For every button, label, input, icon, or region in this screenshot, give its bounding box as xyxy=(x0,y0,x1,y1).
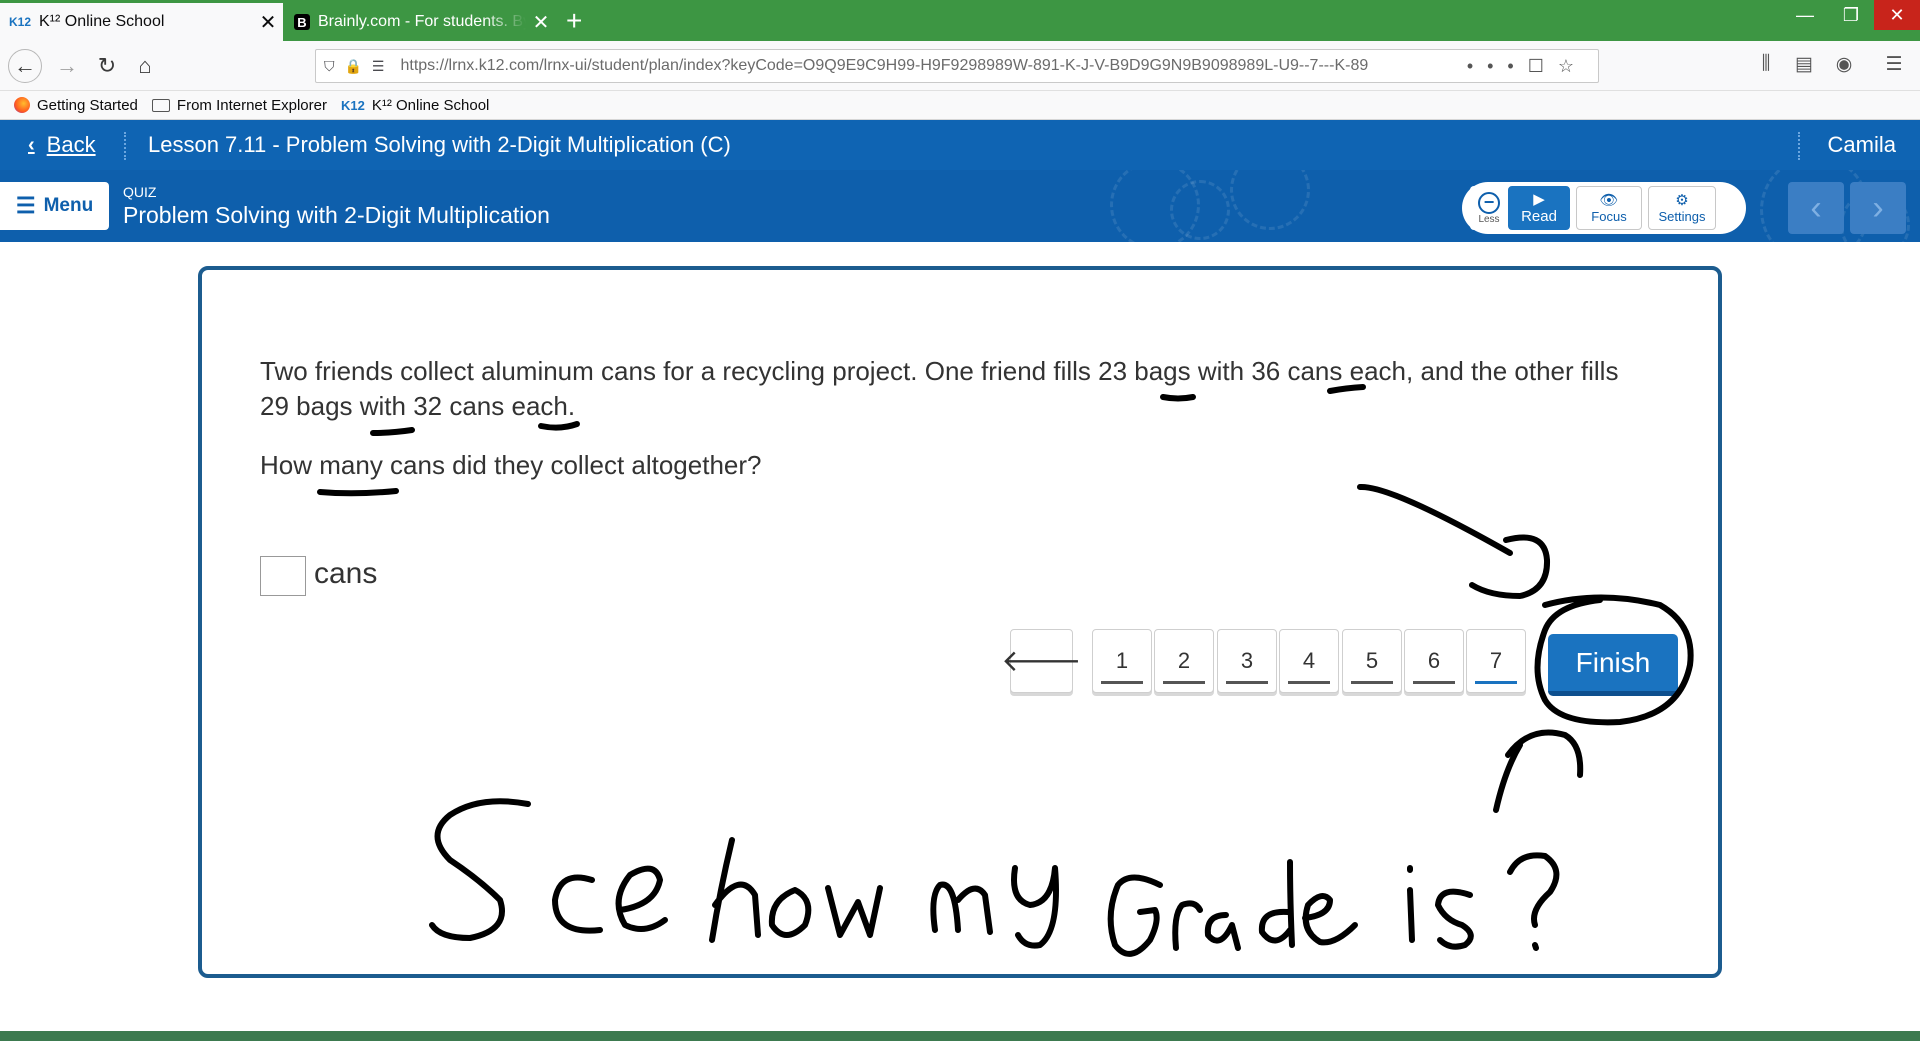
bookmark-getting-started[interactable]: Getting Started xyxy=(14,97,138,114)
arrow-left-icon: 🡐 xyxy=(1001,645,1082,678)
page-number: 1 xyxy=(1115,648,1129,673)
brainly-favicon-icon: B xyxy=(294,14,310,30)
bookmark-label: Getting Started xyxy=(37,96,138,114)
browser-nav-bar: ← → ↻ ⌂ ⛉🔒☰ https://lrnx.k12.com/lrnx-ui… xyxy=(0,41,1920,91)
browser-tab-bar: K12 K¹² Online School ✕ B Brainly.com - … xyxy=(0,0,1920,41)
forward-arrow-icon[interactable]: → xyxy=(50,49,84,83)
read-button[interactable]: ▶ Read xyxy=(1508,186,1570,230)
window-close-icon[interactable]: ✕ xyxy=(1874,0,1920,30)
bookmark-k12[interactable]: K12 K¹² Online School xyxy=(341,97,489,114)
page-number: 5 xyxy=(1365,648,1379,673)
page-button-1[interactable]: 1 xyxy=(1092,629,1152,693)
back-link[interactable]: ‹ Back xyxy=(28,132,96,158)
reload-icon[interactable]: ↻ xyxy=(90,49,124,83)
page-number: 4 xyxy=(1302,648,1316,673)
gear-decoration xyxy=(1230,170,1310,230)
gear-decoration xyxy=(1170,180,1230,240)
account-icon[interactable]: ◉ xyxy=(1830,53,1858,81)
new-tab-icon[interactable]: + xyxy=(566,6,582,36)
hamburger-menu-icon[interactable]: ☰ xyxy=(1880,53,1908,81)
page-actions-icons[interactable]: •••☐☆ xyxy=(1467,56,1588,77)
lesson-title: Lesson 7.11 - Problem Solving with 2-Dig… xyxy=(148,132,731,157)
menu-label: Menu xyxy=(43,195,94,216)
grid-icon[interactable]: ⠿ xyxy=(1722,192,1737,217)
bookmarks-bar: Getting Started From Internet Explorer K… xyxy=(0,91,1920,120)
close-tab-icon[interactable]: ✕ xyxy=(526,10,556,35)
minus-icon: − xyxy=(1478,191,1500,214)
tab-title: Brainly.com - For students. By students xyxy=(318,13,526,30)
page-button-4[interactable]: 4 xyxy=(1279,629,1339,693)
windows-taskbar xyxy=(0,1031,1920,1041)
page-button-6[interactable]: 6 xyxy=(1404,629,1464,693)
page-button-5[interactable]: 5 xyxy=(1342,629,1402,693)
finish-button[interactable]: Finish xyxy=(1548,634,1678,696)
tab-brainly[interactable]: B Brainly.com - For students. By student… xyxy=(286,3,556,41)
answer-input[interactable] xyxy=(260,556,306,596)
bookmark-label: From Internet Explorer xyxy=(176,96,327,114)
settings-label: Settings xyxy=(1658,208,1706,224)
k12-favicon-icon: K12 xyxy=(9,15,32,29)
library-icon[interactable]: ⫼ xyxy=(1752,53,1780,81)
back-label: Back xyxy=(46,132,96,157)
maximize-icon[interactable]: ❐ xyxy=(1828,0,1874,30)
security-icons: ⛉🔒☰ xyxy=(324,57,395,74)
eye-icon: 👁 xyxy=(1599,191,1619,209)
page-status-bar xyxy=(1413,681,1455,684)
url-bar[interactable]: ⛉🔒☰ https://lrnx.k12.com/lrnx-ui/student… xyxy=(315,49,1599,83)
hamburger-icon: ☰ xyxy=(15,193,36,218)
back-arrow-icon[interactable]: ← xyxy=(8,49,42,83)
url-text: https://lrnx.k12.com/lrnx-ui/student/pla… xyxy=(400,57,1369,74)
page-button-3[interactable]: 3 xyxy=(1217,629,1277,693)
page-status-bar xyxy=(1226,681,1268,684)
divider xyxy=(124,132,126,160)
less-label: Less xyxy=(1478,213,1500,225)
page-status-bar xyxy=(1475,681,1517,684)
page-button-2[interactable]: 2 xyxy=(1154,629,1214,693)
user-name[interactable]: Camila xyxy=(1828,132,1896,158)
answer-unit: cans xyxy=(314,557,378,590)
question-prompt: How many cans did they collect altogethe… xyxy=(260,450,762,480)
page-status-bar xyxy=(1288,681,1330,684)
tab-k12[interactable]: K12 K¹² Online School ✕ xyxy=(0,3,283,41)
page-number: 6 xyxy=(1427,648,1441,673)
page-status-bar xyxy=(1163,681,1205,684)
divider xyxy=(1798,132,1800,160)
bookmark-folder-ie[interactable]: From Internet Explorer xyxy=(151,96,327,114)
previous-page-button[interactable]: ‹ xyxy=(1788,182,1844,234)
page-number: 3 xyxy=(1240,648,1254,673)
folder-icon xyxy=(151,98,170,112)
page-status-bar xyxy=(1351,681,1393,684)
page-button-7[interactable]: 7 xyxy=(1466,629,1526,693)
read-label: Read xyxy=(1521,207,1557,225)
quiz-header: ☰ Menu QUIZ Problem Solving with 2-Digit… xyxy=(0,170,1920,242)
k12-favicon-icon: K12 xyxy=(340,97,365,113)
home-icon[interactable]: ⌂ xyxy=(128,49,162,83)
page-number: 2 xyxy=(1177,648,1191,673)
menu-button[interactable]: ☰ Menu xyxy=(0,182,109,230)
reading-tools: − Less ▶ Read 👁 Focus ⚙ Settings xyxy=(1462,182,1746,234)
focus-label: Focus xyxy=(1591,208,1627,224)
minimize-icon[interactable]: — xyxy=(1782,0,1828,30)
close-tab-icon[interactable]: ✕ xyxy=(253,10,283,35)
page-number: 7 xyxy=(1489,648,1503,673)
quiz-title: Problem Solving with 2-Digit Multiplicat… xyxy=(123,202,550,228)
bookmark-label: K¹² Online School xyxy=(371,96,490,114)
less-button[interactable]: − Less xyxy=(1470,186,1508,230)
activity-type-label: QUIZ xyxy=(123,184,157,200)
tab-title: K¹² Online School xyxy=(39,13,165,30)
focus-button[interactable]: 👁 Focus xyxy=(1576,186,1642,230)
previous-question-button[interactable]: 🡐 xyxy=(1001,629,1082,693)
firefox-icon xyxy=(14,97,30,113)
next-page-button[interactable]: › xyxy=(1850,182,1906,234)
lesson-header: ‹ Back Lesson 7.11 - Problem Solving wit… xyxy=(0,120,1920,170)
settings-button[interactable]: ⚙ Settings xyxy=(1648,186,1716,230)
chevron-left-icon: ‹ xyxy=(28,133,35,156)
page-status-bar xyxy=(1101,681,1143,684)
sidebar-icon[interactable]: ▤ xyxy=(1790,53,1818,81)
question-text: Two friends collect aluminum cans for a … xyxy=(260,356,1619,421)
play-icon: ▶ xyxy=(1533,190,1545,208)
gear-icon: ⚙ xyxy=(1675,191,1689,209)
